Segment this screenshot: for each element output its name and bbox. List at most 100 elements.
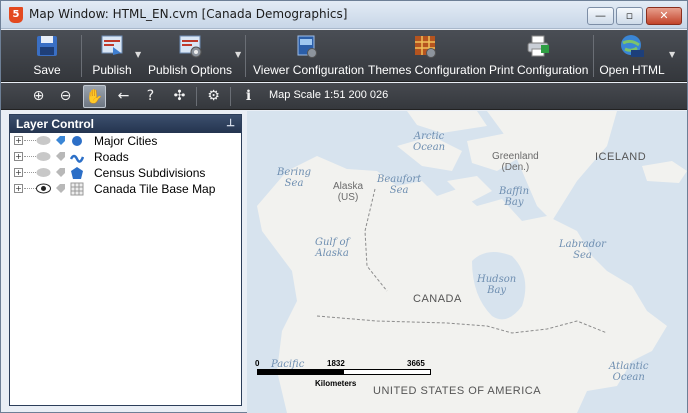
scale-tick-label: 0 [255,359,260,368]
publish-options-dropdown-arrow[interactable]: ▼ [235,50,241,59]
visibility-eye-icon[interactable] [36,151,51,162]
scale-bar-graphic [257,369,431,375]
toolbar-separator [593,35,594,77]
zoom-extent-icon[interactable]: ? [139,85,162,108]
water-label: Labrador Sea [559,239,606,261]
tree-connector [24,188,36,189]
tree-connector [24,140,36,141]
point-layer-icon [72,136,82,146]
toolbar-separator [196,87,197,106]
window-title: Map Window: HTML_EN.cvm [Canada Demograp… [29,7,348,21]
expand-icon[interactable]: + [14,168,23,177]
navigation-toolbar: ⊕ ⊖ ✋ ← ? ✣ ⚙ i Map Scale 1:51 200 026 [1,83,687,110]
label-tag-icon[interactable] [55,135,66,146]
maximize-button[interactable]: ▫ [616,7,643,25]
layer-row-canada-tile-base-map[interactable]: + Canada Tile Base Map [10,181,241,197]
title-bar: 5 Map Window: HTML_EN.cvm [Canada Demogr… [1,1,687,29]
tile-layer-icon [70,182,84,196]
publish-options-icon [179,35,202,58]
save-button[interactable]: Save [25,32,69,80]
gear-icon[interactable]: ⚙ [202,85,225,108]
map-view[interactable]: Arctic Ocean Bering Sea Beaufort Sea Baf… [247,111,687,413]
tree-connector [24,156,36,157]
print-configuration-label: Print Configuration [489,63,589,77]
scale-tick-label: 3665 [407,359,425,368]
water-label: Beaufort Sea [377,174,422,196]
land-label: Greenland (Den.) [492,151,539,173]
open-html-icon [621,35,644,57]
minimize-button[interactable]: — [587,7,614,25]
water-label: Hudson Bay [477,274,517,296]
water-label: Gulf of Alaska [315,237,350,259]
water-label: Atlantic Ocean [609,361,649,383]
info-icon[interactable]: i [237,85,260,108]
layer-label: Major Cities [94,134,158,148]
themes-configuration-icon [415,36,436,58]
water-label: Bering Sea [277,167,312,189]
toolbar-separator [245,35,246,77]
close-button[interactable]: ✕ [646,7,682,25]
themes-configuration-button[interactable]: Themes Configuration [368,32,487,80]
themes-configuration-label: Themes Configuration [368,63,487,77]
scale-tick-label: 1832 [327,359,345,368]
map-scale-readout: Map Scale 1:51 200 026 [269,89,389,101]
label-tag-icon[interactable] [55,151,66,162]
country-label: ICELAND [595,151,647,163]
label-tag-icon[interactable] [55,167,66,178]
scale-bar: 0 1832 3665 Kilometers [255,359,455,401]
viewer-configuration-icon [297,35,317,58]
viewer-configuration-button[interactable]: Viewer Configuration [253,32,365,80]
land-label: Alaska (US) [333,181,364,203]
save-label: Save [33,63,61,77]
water-label: Baffin Bay [499,186,530,208]
water-label: Arctic Ocean [413,131,446,153]
publish-icon [101,35,123,55]
open-html-dropdown-arrow[interactable]: ▼ [669,50,675,59]
floppy-disk-icon [37,36,57,56]
zoom-out-icon[interactable]: ⊖ [54,85,77,108]
line-layer-icon [70,154,84,163]
layer-label: Census Subdivisions [94,166,206,180]
expand-icon[interactable]: + [14,184,23,193]
visibility-eye-icon[interactable] [36,135,51,146]
publish-options-button[interactable]: Publish Options [147,32,233,80]
layer-row-census-subdivisions[interactable]: + Census Subdivisions [10,165,241,181]
layer-label: Canada Tile Base Map [94,182,216,196]
html5-app-icon: 5 [9,7,23,23]
layer-control-title: Layer Control [16,117,95,131]
polygon-layer-icon [71,167,83,179]
publish-options-label: Publish Options [147,63,233,77]
layer-control-panel: Layer Control ⊥ + Major Cities + Roads +… [9,114,242,406]
expand-icon[interactable]: + [14,152,23,161]
layer-label: Roads [94,150,129,164]
viewer-configuration-label: Viewer Configuration [253,63,365,77]
pin-icon[interactable]: ⊥ [226,115,235,133]
label-tag-icon[interactable] [55,183,66,194]
country-label: CANADA [413,293,462,305]
tree-connector [24,172,36,173]
zoom-in-icon[interactable]: ⊕ [27,85,50,108]
map-window: 5 Map Window: HTML_EN.cvm [Canada Demogr… [0,0,688,413]
iceland-landmass [642,161,687,183]
print-configuration-button[interactable]: Print Configuration [489,32,589,80]
expand-icon[interactable]: + [14,136,23,145]
publish-button[interactable]: Publish [89,32,135,80]
visibility-eye-icon[interactable] [36,183,51,194]
layer-control-header: Layer Control ⊥ [10,115,241,133]
main-toolbar: Save Publish ▼ Publish Options ▼ Viewer … [1,30,687,82]
open-html-button[interactable]: Open HTML [599,32,665,80]
pan-hand-icon[interactable]: ✋ [83,85,106,108]
full-extent-icon[interactable]: ✣ [168,85,191,108]
scale-unit-label: Kilometers [315,379,357,388]
toolbar-separator [230,87,231,106]
layer-row-major-cities[interactable]: + Major Cities [10,133,241,149]
layer-row-roads[interactable]: + Roads [10,149,241,165]
publish-label: Publish [92,63,132,77]
visibility-eye-icon[interactable] [36,167,51,178]
publish-dropdown-arrow[interactable]: ▼ [135,50,141,59]
back-arrow-icon[interactable]: ← [112,85,135,108]
toolbar-separator [81,35,82,77]
open-html-label: Open HTML [599,63,665,77]
scale-bar-fill [258,370,344,374]
printer-icon [527,35,549,57]
